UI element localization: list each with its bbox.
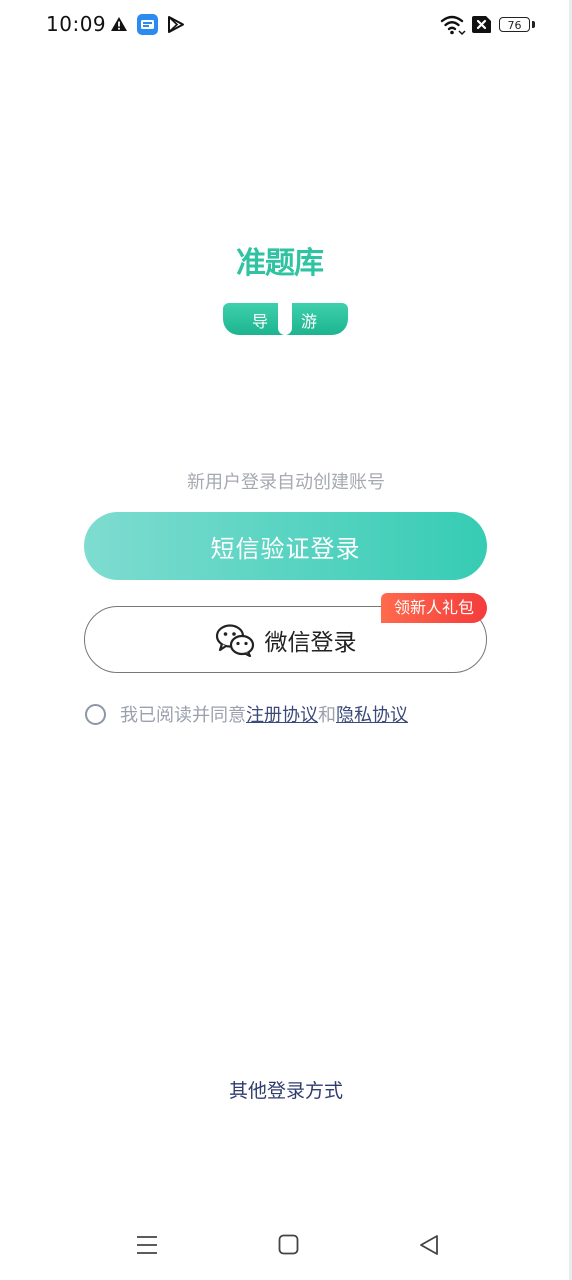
home-icon[interactable] <box>278 1234 299 1255</box>
agreement-prefix: 我已阅读并同意 <box>120 705 246 726</box>
warning-icon <box>111 17 127 31</box>
sms-login-button[interactable]: 短信验证登录 <box>84 512 487 580</box>
status-time: 10:09 <box>46 12 107 36</box>
agreement-and: 和 <box>318 705 336 726</box>
status-bar: 10:09 76 <box>0 0 572 52</box>
guide-badge-left-label: 导 <box>252 312 269 331</box>
sim-off-icon <box>472 16 491 33</box>
wechat-login-label: 微信登录 <box>264 629 357 656</box>
terms-link[interactable]: 注册协议 <box>246 701 318 727</box>
privacy-link[interactable]: 隐私协议 <box>336 701 408 727</box>
other-login-methods[interactable]: 其他登录方式 <box>0 1076 572 1103</box>
agreement-row: 我已阅读并同意 注册协议 和 隐私协议 <box>85 701 408 727</box>
sms-login-label: 短信验证登录 <box>210 534 361 563</box>
menu-icon[interactable] <box>136 1234 158 1256</box>
agreement-radio[interactable] <box>85 703 106 725</box>
battery-cap <box>532 21 535 28</box>
play-store-icon <box>168 16 184 33</box>
back-icon[interactable] <box>418 1234 440 1256</box>
wechat-icon <box>215 623 254 657</box>
new-user-hint: 新用户登录自动创建账号 <box>187 472 385 493</box>
guide-badge-divider <box>278 303 292 335</box>
app-notification-icon <box>137 14 158 35</box>
guide-badge-right-label: 游 <box>301 312 318 331</box>
logo-text: 准题库 <box>236 246 324 281</box>
battery-icon: 76 <box>499 17 530 32</box>
new-user-gift-badge[interactable]: 领新人礼包 <box>381 593 487 623</box>
wifi-icon <box>440 15 466 36</box>
